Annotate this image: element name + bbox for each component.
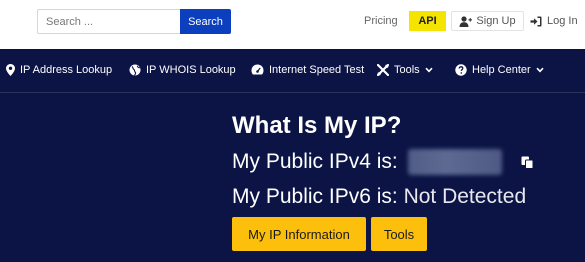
- ipv6-value: Not Detected: [403, 185, 527, 208]
- nav-item-internet-speed-test[interactable]: Internet Speed Test: [251, 64, 364, 76]
- login-label: Log In: [547, 15, 578, 27]
- ipv4-label: My Public IPv4 is:: [232, 150, 398, 173]
- map-marker-icon: [6, 64, 15, 76]
- login-link[interactable]: Log In: [530, 15, 578, 27]
- sign-in-icon: [530, 16, 542, 27]
- globe-icon: [129, 64, 141, 76]
- question-circle-icon: [455, 64, 467, 76]
- nav-item-ip-whois-lookup[interactable]: IP WHOIS Lookup: [129, 64, 236, 76]
- ipv6-label: My Public IPv6 is:: [232, 185, 404, 208]
- nav-label: IP Address Lookup: [20, 64, 113, 76]
- pricing-link[interactable]: Pricing: [364, 15, 398, 27]
- nav-label: Internet Speed Test: [269, 64, 365, 76]
- signup-button[interactable]: Sign Up: [451, 11, 524, 31]
- ipv4-row: My Public IPv4 is:: [232, 149, 502, 175]
- top-bar: Search Pricing API Sign Up Log In: [0, 0, 585, 49]
- search-button[interactable]: Search: [180, 9, 231, 34]
- main-nav: IP Address Lookup IP WHOIS Lookup Intern…: [0, 49, 585, 93]
- page-title: What Is My IP?: [232, 112, 402, 139]
- tools-button[interactable]: Tools: [371, 217, 427, 251]
- nav-label: Tools: [394, 64, 420, 76]
- nav-item-ip-address-lookup[interactable]: IP Address Lookup: [6, 64, 112, 76]
- nav-item-help-center[interactable]: Help Center: [455, 64, 544, 76]
- copy-icon[interactable]: [521, 156, 534, 169]
- chevron-down-icon: [425, 67, 433, 73]
- nav-label: Help Center: [472, 64, 531, 76]
- tools-icon: [377, 64, 389, 76]
- hero-section: What Is My IP? My Public IPv4 is: My Pub…: [0, 94, 585, 262]
- nav-label: IP WHOIS Lookup: [146, 64, 236, 76]
- ipv6-row: My Public IPv6 is: Not Detected: [232, 185, 526, 209]
- user-plus-icon: [459, 15, 473, 27]
- signup-label: Sign Up: [476, 15, 516, 27]
- nav-item-tools[interactable]: Tools: [377, 64, 433, 76]
- ipv4-value-redacted: [407, 149, 502, 175]
- api-button[interactable]: API: [409, 11, 446, 31]
- chevron-down-icon: [536, 67, 544, 73]
- my-ip-information-button[interactable]: My IP Information: [232, 217, 366, 251]
- speedometer-icon: [251, 64, 264, 76]
- search-input[interactable]: [37, 9, 181, 34]
